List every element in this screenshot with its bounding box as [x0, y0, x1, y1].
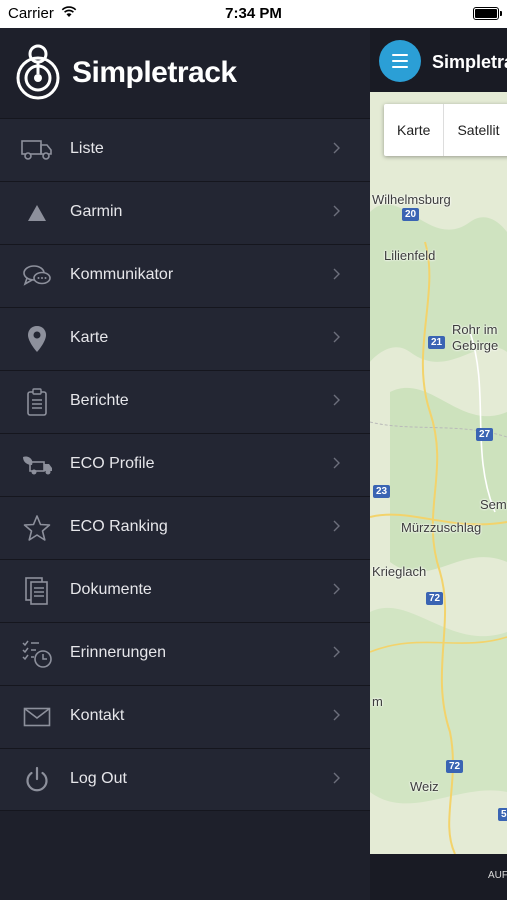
chat-bubbles-icon [20, 260, 54, 292]
road-shield: 20 [402, 208, 420, 221]
menu-label: Karte [70, 329, 109, 346]
footer-label[interactable]: AUF [488, 870, 507, 881]
chevron-right-icon [333, 646, 340, 658]
menu-item-erinnerungen[interactable]: Erinnerungen [0, 622, 370, 685]
menu-label: Liste [70, 140, 104, 157]
hamburger-icon [392, 52, 408, 70]
reminder-clock-icon [20, 638, 54, 670]
map-place-label: Gebirge [452, 338, 499, 353]
status-bar: Carrier 7:34 PM [0, 0, 507, 28]
clock: 7:34 PM [225, 5, 282, 22]
menu-label: Garmin [70, 203, 123, 220]
truck-icon [20, 134, 54, 166]
road-shield: 21 [428, 336, 446, 349]
chevron-right-icon [333, 772, 340, 784]
chevron-right-icon [333, 142, 340, 154]
screen-title: Simpletra [432, 52, 507, 72]
map-place-label: Krieglach [372, 564, 427, 579]
menu-label: Dokumente [70, 581, 152, 598]
map-place-label: m [372, 694, 383, 709]
menu-label: Kontakt [70, 707, 125, 724]
road-shield: 5 [498, 808, 507, 821]
map-type-toggle: Karte Satellit [384, 104, 507, 156]
chevron-right-icon [333, 520, 340, 532]
star-icon [20, 512, 54, 544]
hamburger-menu-button[interactable] [379, 40, 421, 82]
menu-item-log-out[interactable]: Log Out [0, 748, 370, 811]
drawer-menu: Liste Garmin Kommunikator Karte Berichte… [0, 118, 370, 811]
map-pin-icon [20, 323, 54, 355]
map-topbar: Simpletra [370, 28, 507, 92]
map-place-label: Lilienfeld [384, 248, 436, 263]
map-type-karte-button[interactable]: Karte [384, 104, 443, 156]
map-place-label: Weiz [410, 779, 439, 794]
chevron-right-icon [333, 457, 340, 469]
map-place-label: Wilhelmsburg [372, 192, 451, 207]
map-bottom-bar: AUF [370, 854, 507, 900]
map-view[interactable]: Wilhelmsburg 20 Lilienfeld Rohr im Gebir… [370, 92, 507, 854]
road-shield: 72 [446, 760, 464, 773]
menu-item-kontakt[interactable]: Kontakt [0, 685, 370, 748]
map-screen: Simpletra Wilhelmsburg 20 Lilienfeld Roh… [370, 28, 507, 900]
battery-icon [473, 7, 502, 20]
map-place-label: Mürzzuschlag [401, 520, 482, 535]
side-drawer: Simpletrack Liste Garmin Kommunikator Ka… [0, 28, 370, 900]
chevron-right-icon [333, 205, 340, 217]
menu-item-garmin[interactable]: Garmin [0, 181, 370, 244]
menu-label: ECO Ranking [70, 518, 168, 535]
eco-truck-icon [20, 449, 54, 481]
menu-item-karte[interactable]: Karte [0, 307, 370, 370]
road-shield: 27 [476, 428, 494, 441]
chevron-right-icon [333, 583, 340, 595]
envelope-icon [20, 701, 54, 733]
chevron-right-icon [333, 331, 340, 343]
triangle-icon [20, 197, 54, 229]
road-shield: 72 [426, 592, 444, 605]
drawer-header: Simpletrack [0, 28, 370, 118]
menu-label: Log Out [70, 770, 127, 787]
map-place-label: Rohr im [452, 322, 498, 337]
menu-item-kommunikator[interactable]: Kommunikator [0, 244, 370, 307]
documents-icon [20, 575, 54, 607]
menu-label: ECO Profile [70, 455, 155, 472]
menu-item-eco-profile[interactable]: ECO Profile [0, 433, 370, 496]
menu-item-dokumente[interactable]: Dokumente [0, 559, 370, 622]
menu-label: Kommunikator [70, 266, 174, 283]
chevron-right-icon [333, 709, 340, 721]
road-shield: 23 [373, 485, 391, 498]
clipboard-icon [20, 386, 54, 418]
power-icon [20, 764, 54, 796]
menu-label: Erinnerungen [70, 644, 167, 661]
brand-name: Simpletrack [72, 56, 237, 89]
chevron-right-icon [333, 394, 340, 406]
menu-item-eco-ranking[interactable]: ECO Ranking [0, 496, 370, 559]
menu-label: Berichte [70, 392, 129, 409]
menu-item-berichte[interactable]: Berichte [0, 370, 370, 433]
map-type-satellit-button[interactable]: Satellit [443, 104, 507, 156]
chevron-right-icon [333, 268, 340, 280]
menu-item-liste[interactable]: Liste [0, 118, 370, 181]
map-place-label: Sem [480, 497, 507, 512]
simpletrack-logo-icon [16, 44, 60, 100]
